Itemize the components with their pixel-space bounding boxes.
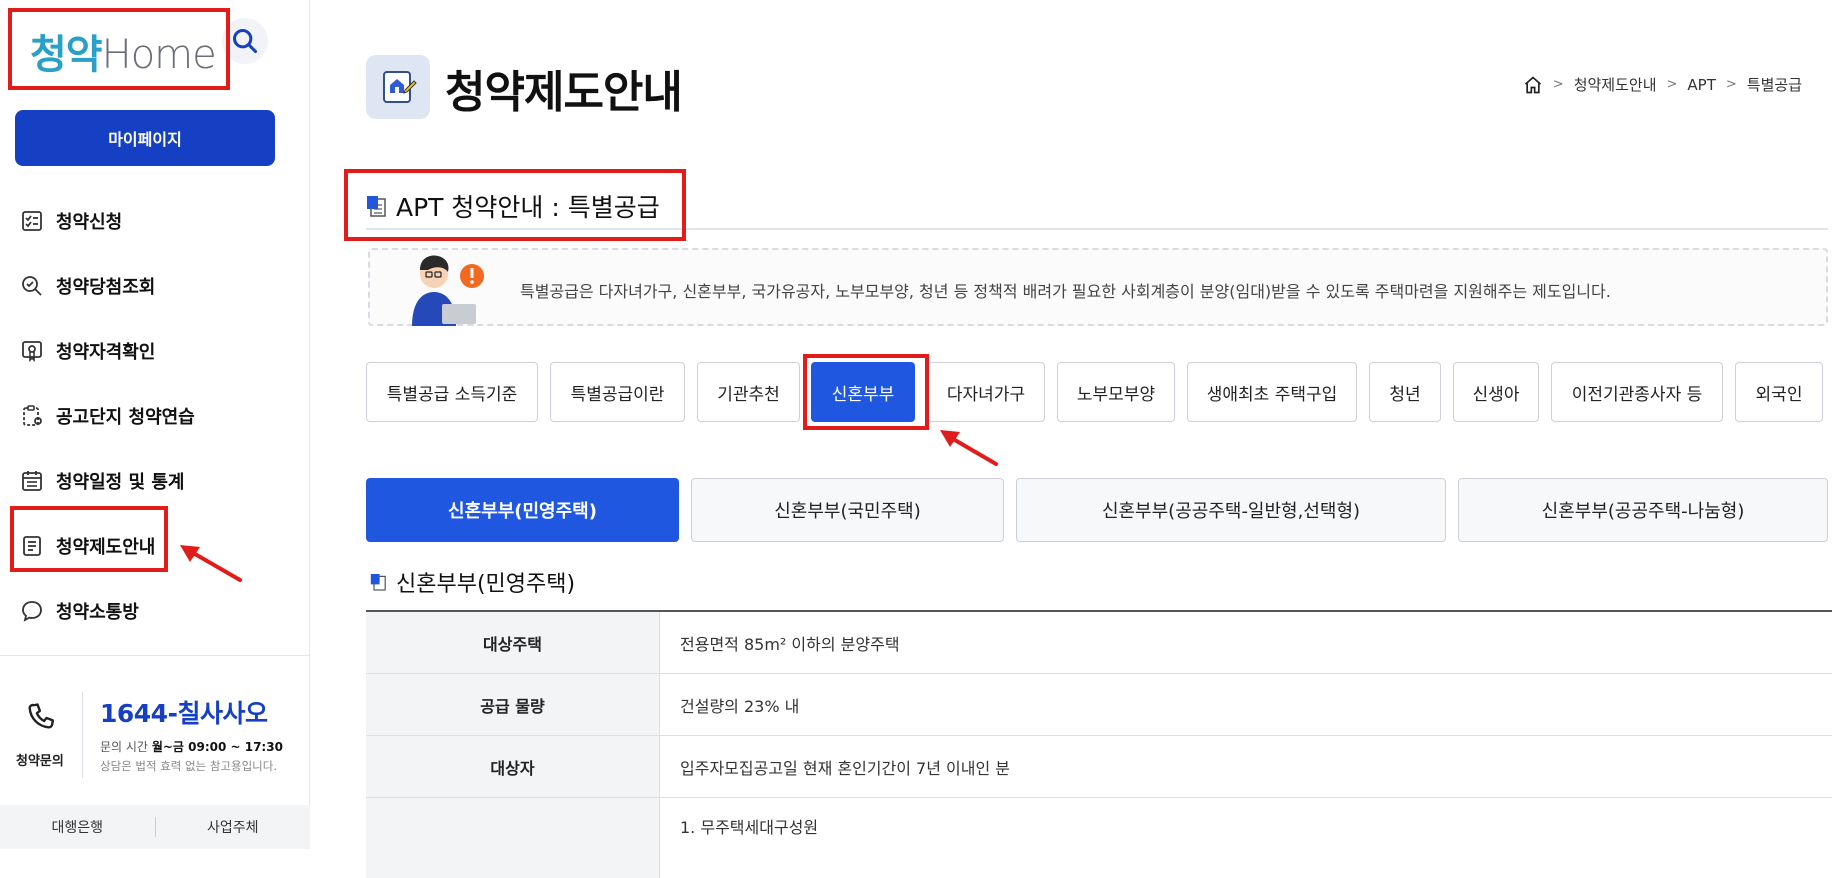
table-header-cell: 공급 물량 <box>366 674 660 735</box>
table-row: 1. 무주택세대구성원 <box>366 798 1832 878</box>
contact-panel: 청약문의 1644-칠사사오 문의 시간 월~금 09:00 ~ 17:30 상… <box>0 688 310 798</box>
breadcrumb-item[interactable]: 특별공급 <box>1747 74 1802 95</box>
menu-label: 청약자격확인 <box>56 341 156 363</box>
tab-multi-child[interactable]: 다자녀가구 <box>927 362 1045 422</box>
tab-agency-recommend[interactable]: 기관추천 <box>697 362 800 422</box>
section-title-text: APT 청약안내 : 특별공급 <box>396 193 660 222</box>
calendar-list-icon <box>22 470 42 491</box>
tab-elderly-parent[interactable]: 노부모부양 <box>1057 362 1175 422</box>
breadcrumb: > 청약제도안내 > APT > 특별공급 <box>1523 74 1802 95</box>
table-cell: 전용면적 85m² 이하의 분양주택 <box>680 634 900 654</box>
table-row: 대상자 입주자모집공고일 현재 혼인기간이 7년 이내인 분 <box>366 736 1832 798</box>
house-document-icon <box>383 71 417 103</box>
tab-newborn[interactable]: 신생아 <box>1453 362 1539 422</box>
breadcrumb-item[interactable]: APT <box>1687 76 1715 94</box>
menu-item-guide[interactable]: 청약제도안내 <box>20 513 290 578</box>
menu-item-eligibility[interactable]: 청약자격확인 <box>20 318 290 383</box>
menu-label: 청약신청 <box>56 211 123 233</box>
table-cell: 1. 무주택세대구성원 <box>680 818 819 837</box>
subtab-private-housing[interactable]: 신혼부부(민영주택) <box>366 478 679 542</box>
logo-suffix: Home <box>101 32 217 78</box>
info-box: 특별공급은 다자녀가구, 신혼부부, 국가유공자, 노부모부양, 청년 등 정책… <box>368 248 1828 326</box>
red-arrow-icon <box>940 430 998 466</box>
menu-label: 청약제도안내 <box>56 536 156 558</box>
document-icon <box>367 196 386 217</box>
section-title: APT 청약안내 : 특별공급 <box>366 188 660 224</box>
section-divider <box>366 228 1828 230</box>
checklist-icon <box>22 210 42 231</box>
subtab-public-general[interactable]: 신혼부부(공공주택-일반형,선택형) <box>1016 478 1446 542</box>
tab-foreigner[interactable]: 외국인 <box>1735 362 1823 422</box>
menu-label: 청약당첨조회 <box>56 276 156 298</box>
tab-first-home[interactable]: 생애최초 주택구입 <box>1187 362 1357 422</box>
side-menu: 청약신청 청약당첨조회 청약자격확인 공고단지 청약연습 청약일정 및 통계 청… <box>20 188 290 643</box>
breadcrumb-item[interactable]: 청약제도안내 <box>1574 74 1657 95</box>
chevron-right-icon: > <box>1666 77 1678 92</box>
menu-item-apply[interactable]: 청약신청 <box>20 188 290 253</box>
category-tabs: 특별공급 소득기준 특별공급이란 기관추천 신혼부부 다자녀가구 노부모부양 생… <box>366 362 1823 422</box>
tab-youth[interactable]: 청년 <box>1369 362 1441 422</box>
contact-divider <box>82 692 83 778</box>
tab-newlywed[interactable]: 신혼부부 <box>811 362 915 422</box>
mypage-button[interactable]: 마이페이지 <box>15 110 275 166</box>
sub-tabs: 신혼부부(민영주택) 신혼부부(국민주택) 신혼부부(공공주택-일반형,선택형)… <box>366 478 1828 542</box>
table-cell: 건설량의 23% 내 <box>680 696 800 716</box>
tab-income-criteria[interactable]: 특별공급 소득기준 <box>366 362 538 422</box>
sidebar-divider <box>0 655 310 656</box>
table-header-cell: 대상주택 <box>366 612 660 673</box>
bottom-tabs: 대행은행 사업주체 <box>0 805 310 849</box>
chevron-right-icon: > <box>1552 77 1564 92</box>
menu-label: 청약일정 및 통계 <box>56 471 185 493</box>
search-button[interactable] <box>222 18 268 64</box>
hours-prefix: 문의 시간 <box>100 740 148 754</box>
person-alert-illustration <box>412 255 484 326</box>
table-header-cell <box>366 798 660 878</box>
magnify-check-icon <box>22 275 42 296</box>
table-cell: 입주자모집공고일 현재 혼인기간이 7년 이내인 분 <box>680 758 1011 778</box>
menu-item-practice[interactable]: 공고단지 청약연습 <box>20 383 290 448</box>
menu-item-schedule[interactable]: 청약일정 및 통계 <box>20 448 290 513</box>
page-title-icon <box>366 55 430 119</box>
certificate-icon <box>22 340 42 362</box>
sub-section-title-text: 신혼부부(민영주택) <box>396 572 576 597</box>
menu-label: 청약소통방 <box>56 601 139 623</box>
table-header-cell: 대상자 <box>366 736 660 797</box>
table-row: 대상주택 전용면적 85m² 이하의 분양주택 <box>366 612 1832 674</box>
search-icon <box>232 28 258 54</box>
sidebar: 청약Home 마이페이지 청약신청 청약당첨조회 청약자격확인 공고단지 청약연… <box>0 0 310 849</box>
subtab-national-housing[interactable]: 신혼부부(국민주택) <box>691 478 1004 542</box>
table-row: 공급 물량 건설량의 23% 내 <box>366 674 1832 736</box>
hours-value: 월~금 09:00 ~ 17:30 <box>151 740 283 754</box>
chevron-right-icon: > <box>1725 77 1737 92</box>
contact-note: 상담은 법적 효력 없는 참고용입니다. <box>100 759 277 773</box>
menu-item-result[interactable]: 청약당첨조회 <box>20 253 290 318</box>
chat-bubble-icon <box>22 600 42 622</box>
logo[interactable]: 청약Home <box>30 22 217 80</box>
practice-icon <box>23 404 42 426</box>
phone-icon <box>28 703 54 729</box>
logo-prefix: 청약 <box>30 32 103 78</box>
menu-item-community[interactable]: 청약소통방 <box>20 578 290 643</box>
tab-relocated-staff[interactable]: 이전기관종사자 등 <box>1551 362 1723 422</box>
home-icon[interactable] <box>1523 75 1543 95</box>
guide-document-icon <box>23 535 41 556</box>
subtab-public-sharing[interactable]: 신혼부부(공공주택-나눔형) <box>1458 478 1828 542</box>
contact-number[interactable]: 1644-칠사사오 <box>100 694 268 730</box>
document-icon <box>370 574 386 591</box>
info-text: 특별공급은 다자녀가구, 신혼부부, 국가유공자, 노부모부양, 청년 등 정책… <box>520 282 1611 301</box>
info-table: 대상주택 전용면적 85m² 이하의 분양주택 공급 물량 건설량의 23% 내… <box>366 610 1832 878</box>
tab-what-is-special[interactable]: 특별공급이란 <box>550 362 685 422</box>
sub-section-title: 신혼부부(민영주택) <box>370 566 575 598</box>
contact-hours: 문의 시간 월~금 09:00 ~ 17:30 <box>100 738 283 755</box>
contact-label: 청약문의 <box>16 754 64 769</box>
red-arrow-icon <box>180 545 242 582</box>
menu-label: 공고단지 청약연습 <box>56 406 195 428</box>
bottom-tab-operator[interactable]: 사업주체 <box>156 817 311 837</box>
bottom-tab-bank[interactable]: 대행은행 <box>0 817 155 837</box>
page-title: 청약제도안내 <box>445 67 683 118</box>
